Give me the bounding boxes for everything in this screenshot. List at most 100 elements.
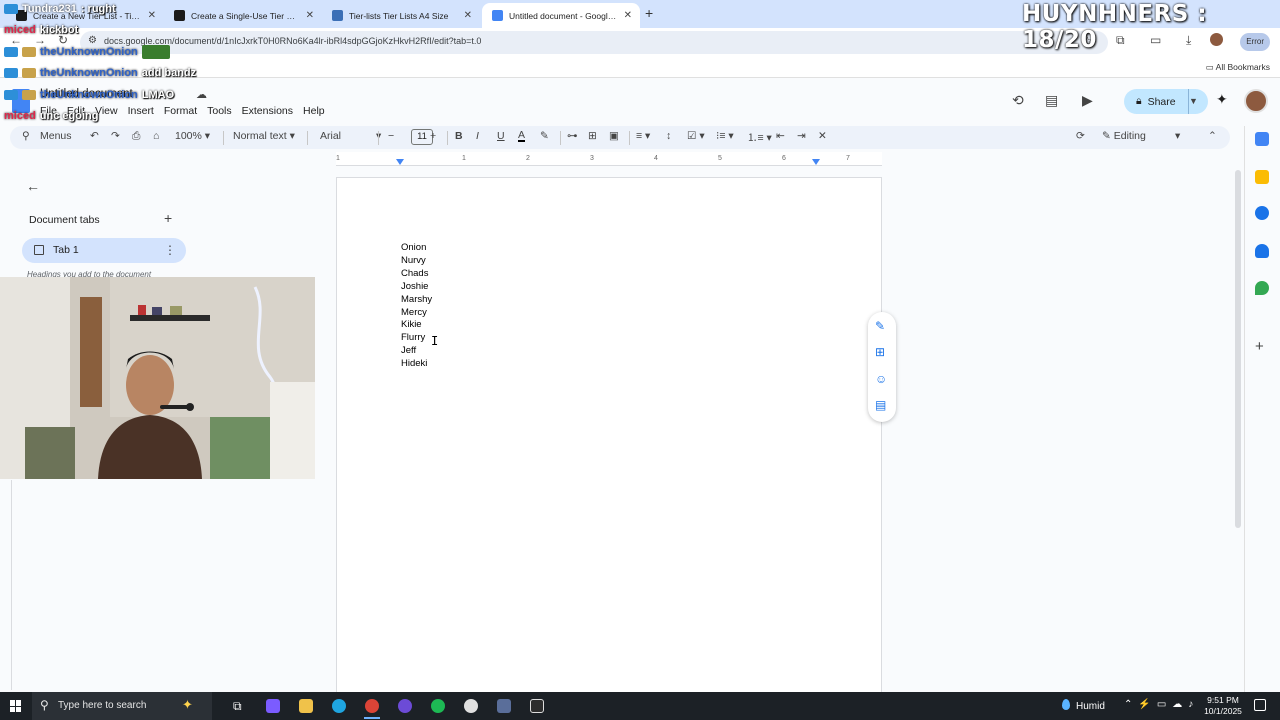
new-tab-button[interactable]: + <box>645 5 653 21</box>
chat-text: unc egoing <box>39 110 99 122</box>
ruler-number: 6 <box>782 155 786 162</box>
toolbar-divider <box>560 131 561 145</box>
font-select[interactable]: Arial ▾ <box>320 130 381 142</box>
obs-icon[interactable] <box>398 699 412 713</box>
sidebar-item-tab-1[interactable]: Tab 1 ⋮ <box>22 238 186 263</box>
insert-image-icon[interactable]: ▣ <box>609 130 619 142</box>
increase-font-size-icon[interactable]: + <box>430 130 436 142</box>
close-tab-icon[interactable]: ✕ <box>464 10 472 21</box>
browser-tab-tier-lists-a4[interactable]: Tier-lists Tier Lists A4 Size ✕ <box>322 3 480 28</box>
add-emoji-reaction-icon[interactable]: ☺ <box>875 372 887 386</box>
stream-chat-overlay: Tundra231 : rught miced kickbot theUnkno… <box>0 0 260 125</box>
chat-badge-icon <box>4 68 18 78</box>
contacts-icon[interactable] <box>1255 244 1269 258</box>
numbered-list-icon[interactable]: ⒈≡ ▾ <box>747 130 772 145</box>
all-bookmarks-button[interactable]: ▭ All Bookmarks <box>1206 62 1270 73</box>
print-icon[interactable]: ⎙ <box>132 130 140 143</box>
chrome-icon[interactable] <box>365 699 379 713</box>
suggest-edits-icon[interactable]: ▤ <box>875 398 886 412</box>
search-icon: ⚲ <box>40 698 49 712</box>
search-menus-icon[interactable]: ⚲ <box>22 130 30 142</box>
copilot-icon[interactable] <box>266 699 280 713</box>
tasks-icon[interactable] <box>1255 206 1269 220</box>
share-dropdown-icon[interactable]: ▼ <box>1189 96 1198 106</box>
close-tab-icon[interactable]: ✕ <box>306 10 314 21</box>
toolbar-divider <box>223 131 224 145</box>
editing-mode-select[interactable]: ✎ Editing ▾ <box>1102 130 1180 142</box>
undo-icon[interactable]: ↶ <box>90 130 99 142</box>
help-me-write-icon[interactable]: ✎ <box>875 319 885 333</box>
taskbar-clock[interactable]: 9:51 PM 10/1/2025 <box>1200 695 1246 717</box>
gemini-icon[interactable]: ✦ <box>1216 91 1228 108</box>
file-explorer-icon[interactable] <box>299 699 313 713</box>
add-tab-plus-icon[interactable]: + <box>164 210 172 226</box>
decrease-indent-icon[interactable]: ⇤ <box>776 130 785 142</box>
paragraph-style-select[interactable]: Normal text ▾ <box>233 130 295 142</box>
paint-format-icon[interactable]: ⌂ <box>153 130 159 142</box>
right-indent-marker[interactable] <box>812 159 820 165</box>
active-app-indicator <box>364 717 380 719</box>
browser-tab-google-docs[interactable]: Untitled document - Google Do... ✕ <box>482 3 640 28</box>
document-body[interactable]: Onion Nurvy Chads Joshie Marshy Mercy Ki… <box>401 242 432 371</box>
insert-link-icon[interactable]: ⊶ <box>567 130 578 142</box>
search-menus-input[interactable]: Menus <box>40 130 72 142</box>
weather-widget[interactable]: Humid <box>1062 699 1105 712</box>
document-scrollbar[interactable] <box>1235 170 1241 528</box>
close-outline-arrow-icon[interactable]: ← <box>26 178 40 194</box>
more-options-icon[interactable]: ⋮ <box>164 243 176 257</box>
text-color-icon[interactable]: A <box>518 130 526 142</box>
checklist-icon[interactable]: ☑ ▾ <box>687 130 705 142</box>
underline-icon[interactable]: U <box>497 130 505 142</box>
collapse-toolbar-icon[interactable]: ⌃ <box>1208 130 1217 142</box>
get-addons-plus-icon[interactable]: + <box>1255 338 1264 355</box>
app-icon[interactable] <box>497 699 511 713</box>
version-history-icon[interactable]: ⟲ <box>1012 92 1024 109</box>
clear-formatting-icon[interactable]: ✕ <box>818 130 827 142</box>
chat-username: theUnknownOnion <box>40 89 138 101</box>
windows-start-icon[interactable] <box>10 700 22 712</box>
search-highlight-icon: ✦ <box>182 697 193 712</box>
chat-badge-icon <box>4 4 18 14</box>
edge-icon[interactable] <box>332 699 346 713</box>
system-tray-icons[interactable]: ⌃⚡▭☁♪ <box>1124 699 1199 710</box>
calendar-icon[interactable] <box>1255 132 1269 146</box>
chat-emote-icon <box>141 45 170 59</box>
chat-username: miced <box>4 110 36 122</box>
task-view-icon[interactable]: ⧉ <box>233 699 242 714</box>
app-icon[interactable] <box>530 699 544 713</box>
redo-icon[interactable]: ↷ <box>111 130 120 142</box>
taskbar-search-box[interactable]: ⚲ Type here to search ✦ <box>32 692 212 720</box>
zoom-select[interactable]: 100% ▾ <box>175 130 210 142</box>
add-comment-icon[interactable]: ⊞ <box>588 130 597 142</box>
decrease-font-size-icon[interactable]: − <box>388 130 394 142</box>
left-indent-marker[interactable] <box>396 159 404 165</box>
weather-label: Humid <box>1076 701 1105 712</box>
meet-camera-icon[interactable]: ▶ <box>1082 92 1093 109</box>
document-page[interactable]: Onion Nurvy Chads Joshie Marshy Mercy Ki… <box>336 177 882 697</box>
bold-icon[interactable]: B <box>455 130 463 142</box>
horizontal-ruler[interactable]: 1 1 2 3 4 5 6 7 <box>336 152 882 166</box>
line-spacing-icon[interactable]: ↕ <box>666 130 671 142</box>
comments-icon[interactable]: ▤ <box>1045 92 1058 109</box>
align-icon[interactable]: ≡ ▾ <box>636 130 650 142</box>
side-panel-apps: + <box>1244 126 1280 692</box>
spotify-icon[interactable] <box>431 699 445 713</box>
app-icon[interactable] <box>464 699 478 713</box>
italic-icon[interactable]: I <box>476 130 479 142</box>
increase-indent-icon[interactable]: ⇥ <box>797 130 806 142</box>
ruler-number: 2 <box>526 155 530 162</box>
maps-icon[interactable] <box>1255 281 1269 295</box>
editing-mode-value: Editing <box>1113 130 1146 142</box>
menu-help[interactable]: Help <box>303 105 325 117</box>
account-avatar[interactable] <box>1244 89 1268 113</box>
chat-text: kickbot <box>39 24 79 36</box>
gemini-refresh-icon[interactable]: ⟳ <box>1076 130 1085 142</box>
highlight-color-icon[interactable]: ✎ <box>540 130 549 142</box>
bulleted-list-icon[interactable]: ⁝≡ ▾ <box>716 130 734 142</box>
add-comment-float-icon[interactable]: ⊞ <box>875 345 885 359</box>
keep-icon[interactable] <box>1255 170 1269 184</box>
notifications-icon[interactable] <box>1254 699 1266 711</box>
tab-1-label: Tab 1 <box>53 244 79 256</box>
chat-message: theUnknownOnion LMAO <box>4 89 174 101</box>
close-tab-icon[interactable]: ✕ <box>624 10 632 21</box>
